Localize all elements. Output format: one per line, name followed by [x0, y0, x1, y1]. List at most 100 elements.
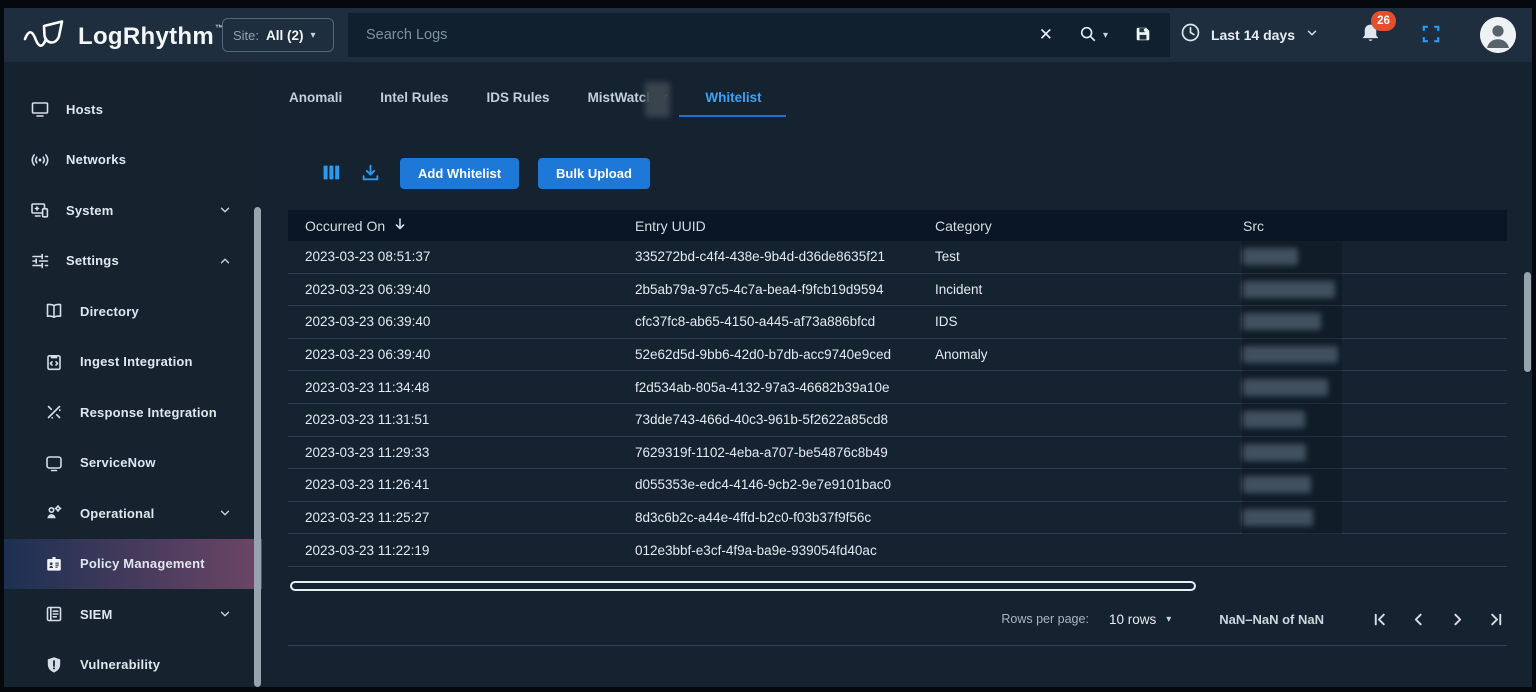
search-bar: ✕ ▾	[348, 13, 1170, 57]
sidebar-item[interactable]: Settings	[4, 236, 262, 287]
cell-occurred-on: 2023-03-23 11:34:48	[288, 380, 618, 395]
cell-src	[1226, 248, 1507, 265]
siem-icon	[44, 604, 64, 624]
main-content: Anomali Intel Rules IDS Rules MistWatche…	[262, 62, 1532, 687]
tab[interactable]: IDS Rules	[487, 82, 550, 114]
cell-entry-uuid: 2b5ab79a-97c5-4c7a-bea4-f9fcb19d9594	[618, 282, 918, 297]
last-page-button[interactable]	[1489, 612, 1504, 627]
table-row[interactable]: 2023-03-23 06:39:40 52e62d5d-9bb6-42d0-b…	[288, 339, 1507, 372]
chevron-down-icon: ▾	[311, 30, 316, 41]
sidebar-item[interactable]: Vulnerability	[4, 640, 262, 688]
sidebar-item[interactable]: System	[4, 185, 262, 236]
tab[interactable]: Anomali	[289, 82, 342, 114]
sidebar-item[interactable]: ServiceNow	[4, 438, 262, 489]
cell-occurred-on: 2023-03-23 11:26:41	[288, 477, 618, 492]
table-row[interactable]: 2023-03-23 11:31:51 73dde743-466d-40c3-9…	[288, 404, 1507, 437]
table-row[interactable]: 2023-03-23 08:51:37 335272bd-c4f4-438e-9…	[288, 241, 1507, 274]
site-selector[interactable]: Site: All (2) ▾	[222, 18, 334, 52]
sidebar-item-label: Vulnerability	[80, 657, 160, 672]
add-whitelist-button[interactable]: Add Whitelist	[400, 158, 519, 189]
ingest-integration-icon	[44, 352, 64, 372]
user-avatar[interactable]	[1480, 17, 1516, 53]
cell-occurred-on: 2023-03-23 06:39:40	[288, 282, 618, 297]
cell-occurred-on: 2023-03-23 11:22:19	[288, 543, 618, 558]
table-row[interactable]: 2023-03-23 11:25:27 8d3c6b2c-a44e-4ffd-b…	[288, 502, 1507, 535]
column-header-occurred-on[interactable]: Occurred On	[288, 217, 618, 234]
table-row[interactable]: 2023-03-23 11:29:33 7629319f-1102-4eba-a…	[288, 437, 1507, 470]
redacted-src-value	[1243, 313, 1321, 330]
notifications-button[interactable]: 26	[1359, 22, 1382, 48]
table-row[interactable]: 2023-03-23 11:34:48 f2d534ab-805a-4132-9…	[288, 371, 1507, 404]
sidebar-item[interactable]: Policy Management	[4, 539, 262, 590]
policy-management-icon	[44, 554, 64, 574]
sidebar-item-label: Ingest Integration	[80, 354, 193, 369]
cell-entry-uuid: 73dde743-466d-40c3-961b-5f2622a85cd8	[618, 412, 918, 427]
sidebar-item[interactable]: SIEM	[4, 589, 262, 640]
hosts-icon	[30, 99, 50, 119]
sort-descending-icon	[393, 217, 407, 234]
settings-icon	[30, 251, 50, 271]
bulk-upload-button[interactable]: Bulk Upload	[538, 158, 650, 189]
sidebar-item[interactable]: Ingest Integration	[4, 337, 262, 388]
cell-entry-uuid: f2d534ab-805a-4132-97a3-46682b39a10e	[618, 380, 918, 395]
logo-text: LogRhythm™	[78, 23, 224, 51]
clear-search-button[interactable]: ✕	[1039, 25, 1053, 45]
first-page-button[interactable]	[1372, 612, 1387, 627]
cell-entry-uuid: d055353e-edc4-4146-9cb2-9e7e9101bac0	[618, 477, 918, 492]
cell-entry-uuid: 335272bd-c4f4-438e-9b4d-d36de8635f21	[618, 249, 918, 264]
operational-icon	[44, 503, 64, 523]
table-row[interactable]: 2023-03-23 06:39:40 2b5ab79a-97c5-4c7a-b…	[288, 274, 1507, 307]
sidebar-item-label: Networks	[66, 152, 126, 167]
vulnerability-icon	[44, 655, 64, 675]
sidebar-item[interactable]: Operational	[4, 488, 262, 539]
pager-buttons	[1372, 612, 1504, 627]
sidebar-item[interactable]: Response Integration	[4, 387, 262, 438]
cell-category: Test	[918, 249, 1226, 264]
sidebar-scrollbar[interactable]	[254, 207, 261, 687]
search-options-button[interactable]: ▾	[1079, 25, 1108, 46]
cell-src	[1226, 476, 1507, 493]
close-icon: ✕	[1039, 25, 1053, 45]
tab[interactable]: MistWatcher	[588, 82, 668, 114]
sidebar-item-label: Policy Management	[80, 556, 205, 571]
site-value: All (2)	[266, 28, 304, 43]
cell-occurred-on: 2023-03-23 06:39:40	[288, 314, 618, 329]
pagination-bar: Rows per page: 10 rows ▾ NaN–NaN of NaN	[1001, 603, 1504, 635]
tab[interactable]: Intel Rules	[380, 82, 448, 114]
rows-per-page-label: Rows per page:	[1001, 612, 1089, 626]
table-row[interactable]: 2023-03-23 11:22:19 012e3bbf-e3cf-4f9a-b…	[288, 534, 1507, 567]
chevron-down-icon: ▾	[1166, 614, 1171, 625]
sidebar-item[interactable]: Hosts	[4, 84, 262, 135]
cell-occurred-on: 2023-03-23 08:51:37	[288, 249, 618, 264]
redacted-src-value	[1243, 444, 1306, 461]
previous-page-button[interactable]	[1411, 612, 1426, 627]
save-search-button[interactable]	[1134, 25, 1152, 46]
vertical-scrollbar[interactable]	[1524, 272, 1531, 372]
tab[interactable]: Whitelist	[705, 82, 761, 114]
cell-occurred-on: 2023-03-23 11:25:27	[288, 510, 618, 525]
next-page-button[interactable]	[1450, 612, 1465, 627]
cell-src	[1226, 444, 1507, 461]
cell-src	[1226, 281, 1507, 298]
table-row[interactable]: 2023-03-23 11:26:41 d055353e-edc4-4146-9…	[288, 469, 1507, 502]
fullscreen-icon	[1422, 25, 1440, 46]
cell-src	[1226, 509, 1507, 526]
column-header-entry-uuid[interactable]: Entry UUID	[618, 218, 918, 234]
cell-occurred-on: 2023-03-23 11:31:51	[288, 412, 618, 427]
fullscreen-button[interactable]	[1422, 25, 1440, 46]
column-settings-button[interactable]	[322, 163, 341, 185]
sidebar-item[interactable]: Networks	[4, 135, 262, 186]
table-row[interactable]: 2023-03-23 06:39:40 cfc37fc8-ab65-4150-a…	[288, 306, 1507, 339]
rows-per-page-select[interactable]: 10 rows ▾	[1109, 612, 1171, 627]
search-input[interactable]	[366, 27, 1039, 43]
redacted-src-value	[1243, 476, 1311, 493]
column-header-category[interactable]: Category	[918, 218, 1226, 234]
horizontal-scrollbar[interactable]	[290, 581, 1196, 591]
app-window: LogRhythm™ Site: All (2) ▾ ✕ ▾	[4, 8, 1532, 687]
column-header-src[interactable]: Src	[1226, 218, 1507, 234]
export-button[interactable]	[361, 163, 380, 185]
directory-icon	[44, 301, 64, 321]
sidebar-item[interactable]: Directory	[4, 286, 262, 337]
time-range-selector[interactable]: Last 14 days	[1180, 22, 1319, 48]
chevron-icon	[218, 203, 232, 217]
